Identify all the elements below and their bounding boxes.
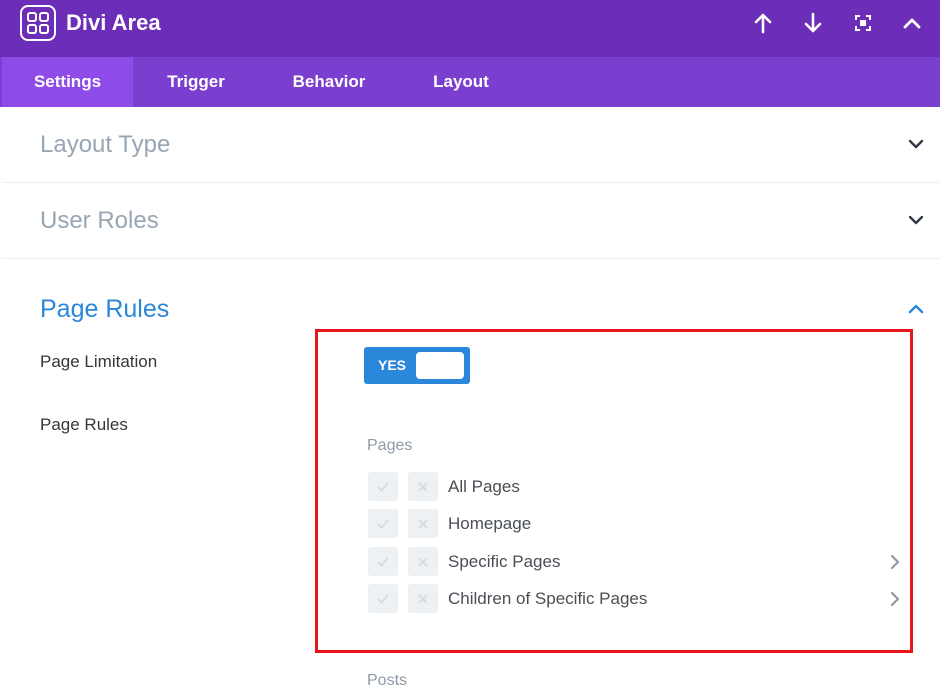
fullscreen-icon xyxy=(855,15,871,31)
close-icon xyxy=(418,556,428,567)
check-icon xyxy=(377,518,389,529)
section-page-rules-title[interactable]: Page Rules xyxy=(40,295,169,324)
chevron-right-icon[interactable] xyxy=(890,554,900,570)
include-checkbox[interactable] xyxy=(368,472,398,501)
chevron-right-icon[interactable] xyxy=(890,591,900,607)
rule-label: Children of Specific Pages xyxy=(448,589,648,608)
rule-label: All Pages xyxy=(448,477,520,496)
rule-label: Specific Pages xyxy=(448,552,561,571)
exclude-checkbox[interactable] xyxy=(408,584,438,613)
tab-behavior[interactable]: Behavior xyxy=(259,57,399,107)
page-rules-label: Page Rules xyxy=(40,415,128,434)
posts-group-label: Posts xyxy=(367,672,408,689)
toggle-knob xyxy=(416,352,464,379)
pages-group-label: Pages xyxy=(367,437,413,454)
exclude-checkbox[interactable] xyxy=(408,547,438,576)
chevron-up-icon[interactable] xyxy=(908,304,924,314)
move-up-button[interactable] xyxy=(750,10,776,36)
section-layout-type-header[interactable]: Layout Type xyxy=(2,107,940,183)
section-title: Layout Type xyxy=(40,131,171,158)
arrow-up-icon xyxy=(754,13,772,34)
close-icon xyxy=(418,481,428,492)
include-checkbox[interactable] xyxy=(368,509,398,538)
collapse-modal-button[interactable] xyxy=(899,10,925,36)
section-title: User Roles xyxy=(40,207,159,234)
exclude-checkbox[interactable] xyxy=(408,472,438,501)
rule-label: Homepage xyxy=(448,514,532,533)
tab-settings[interactable]: Settings xyxy=(2,57,133,107)
include-checkbox[interactable] xyxy=(368,584,398,613)
settings-panel: Layout Type User Roles Page Rules Page L… xyxy=(2,107,940,697)
rule-row-children-of-specific-pages: Children of Specific Pages xyxy=(368,584,900,616)
arrow-down-icon xyxy=(804,12,822,33)
check-icon xyxy=(377,481,389,492)
chevron-up-icon xyxy=(903,18,921,29)
chevron-down-icon xyxy=(908,215,924,225)
close-icon xyxy=(418,593,428,604)
exclude-checkbox[interactable] xyxy=(408,509,438,538)
check-icon xyxy=(377,593,389,604)
tab-trigger[interactable]: Trigger xyxy=(133,57,259,107)
section-user-roles-header[interactable]: User Roles xyxy=(2,183,940,259)
include-checkbox[interactable] xyxy=(368,547,398,576)
fullscreen-button[interactable] xyxy=(850,10,876,36)
rule-row-all-pages: All Pages xyxy=(368,472,900,504)
divi-area-logo-icon xyxy=(20,5,56,41)
check-icon xyxy=(377,556,389,567)
chevron-down-icon xyxy=(908,139,924,149)
tab-bar: Settings Trigger Behavior Layout xyxy=(0,57,940,107)
rule-row-specific-pages: Specific Pages xyxy=(368,547,900,579)
page-limitation-label: Page Limitation xyxy=(40,352,158,371)
modal-title: Divi Area xyxy=(66,10,161,35)
modal-header: Divi Area xyxy=(0,0,940,57)
close-icon xyxy=(418,518,428,529)
page-limitation-toggle[interactable]: YES xyxy=(364,347,470,384)
rule-row-homepage: Homepage xyxy=(368,509,900,541)
tab-layout[interactable]: Layout xyxy=(399,57,523,107)
move-down-button[interactable] xyxy=(800,10,826,36)
toggle-label: YES xyxy=(378,357,407,373)
